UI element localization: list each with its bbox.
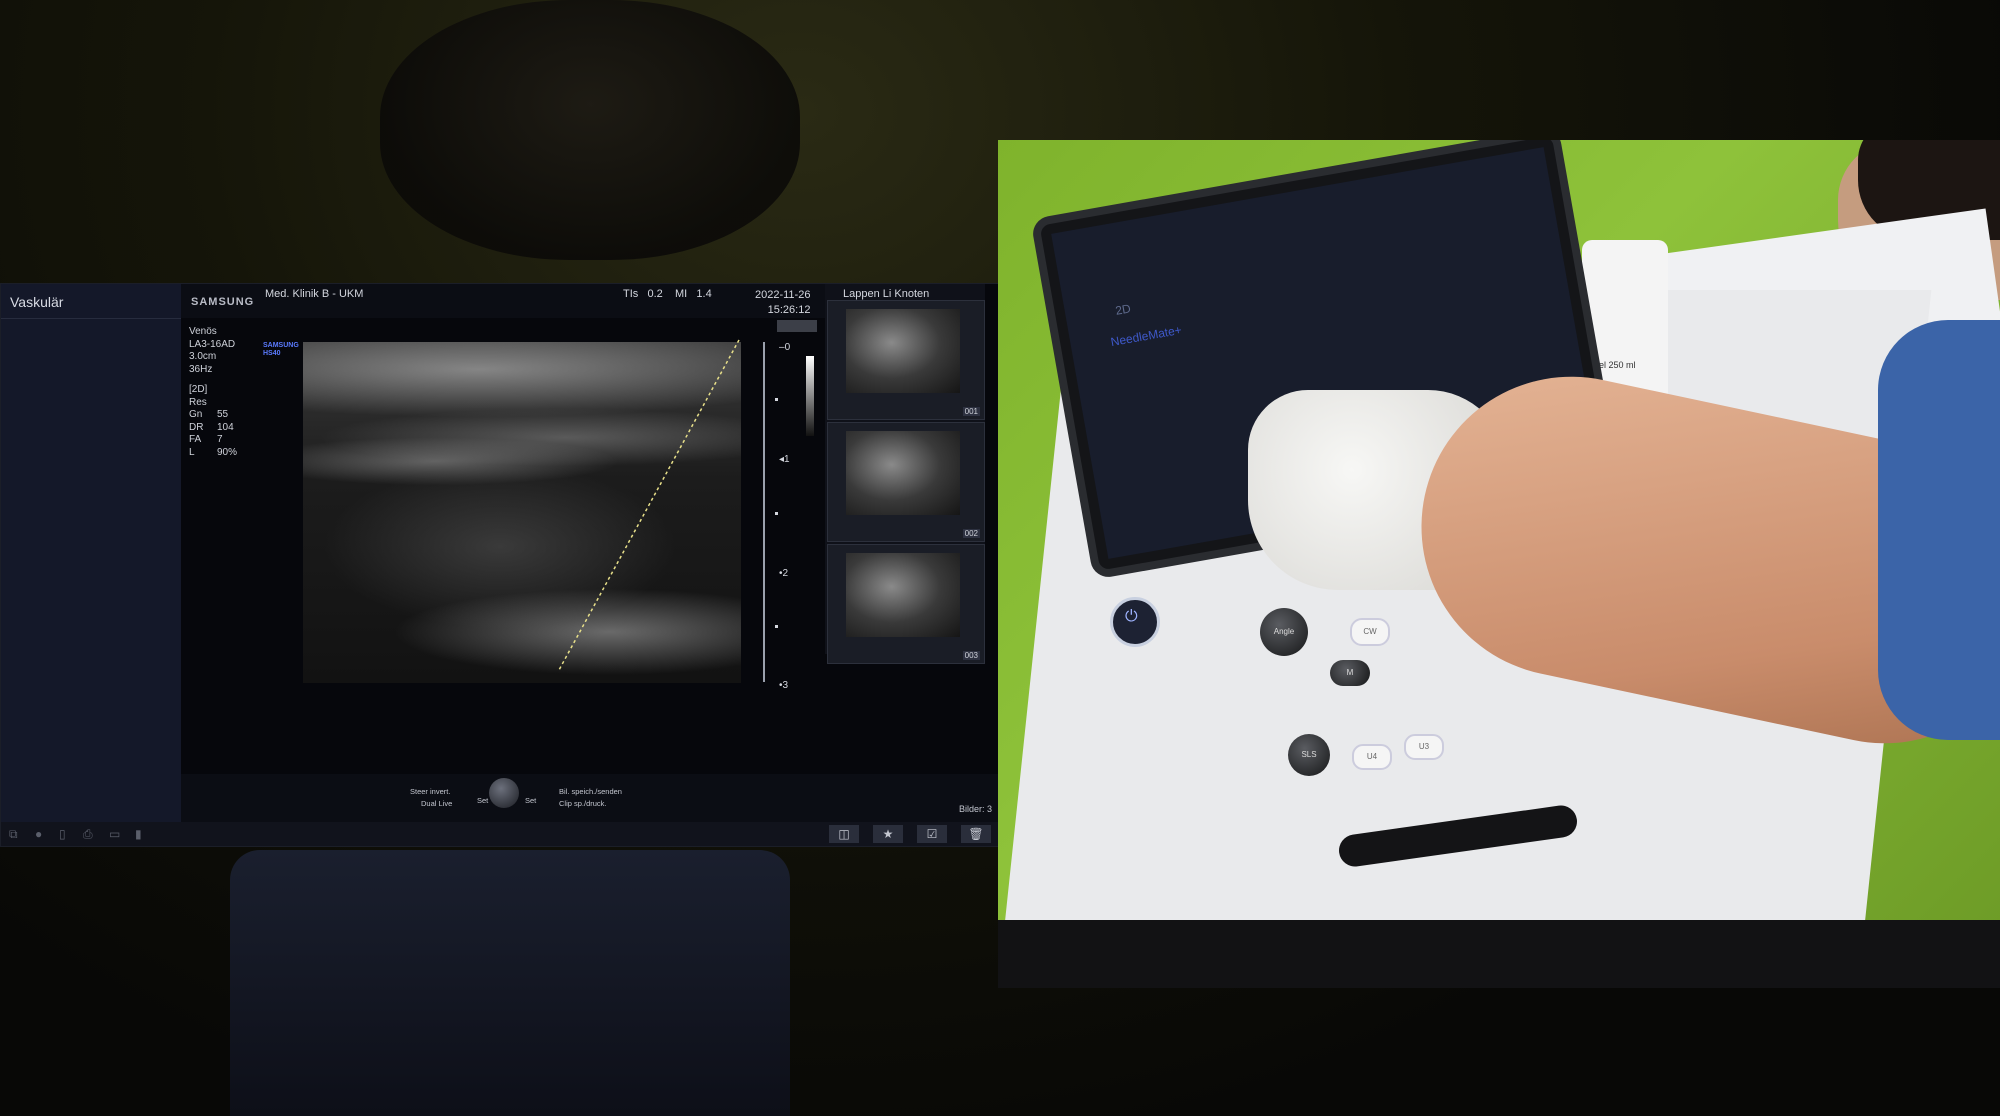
- tis-mi-readout: TIs 0.2 MI 1.4: [623, 288, 712, 300]
- background-torso: [230, 850, 790, 1116]
- image-tool-icons[interactable]: [777, 320, 817, 332]
- cw-button: CW: [1350, 618, 1390, 646]
- clip-print-label[interactable]: Clip sp./druck.: [559, 799, 607, 808]
- dual-view-icon[interactable]: ◫: [829, 825, 859, 843]
- thumbnail-image: [846, 553, 960, 637]
- background-person: [380, 0, 800, 260]
- grayscale-bar: [806, 356, 814, 436]
- thumbnail-item[interactable]: 003: [827, 544, 985, 664]
- depth-tick: [775, 398, 778, 401]
- sls-knob: SLS: [1288, 734, 1330, 776]
- depth-label-3: •3: [779, 680, 789, 691]
- depth-label-2: •2: [779, 568, 789, 579]
- system-logo: SAMSUNG HS40: [263, 342, 299, 357]
- export-icon[interactable]: ▮: [135, 827, 142, 841]
- touch-2d-label: 2D: [1114, 301, 1132, 318]
- ultrasound-screen: Vaskulär SAMSUNG Med. Klinik B - UKM TIs…: [0, 283, 1000, 847]
- trash-icon[interactable]: ▯: [59, 827, 66, 841]
- depth-label-0: –0: [779, 342, 791, 353]
- bottom-toolbar: ⧉ ● ▯ ⎙ ▭ ▮ ◫ ★ ☑ 🗑: [1, 822, 999, 846]
- record-icon[interactable]: ●: [35, 827, 42, 841]
- m-button: M: [1330, 660, 1370, 686]
- touch-needlemate-label: NeedleMate+: [1109, 322, 1183, 350]
- device-video-frame: gel 250 ml 2D NeedleMate+ ⏻ Angle CW M S…: [998, 140, 2000, 988]
- dual-live-label[interactable]: Dual Live: [421, 799, 452, 808]
- monitor-icon[interactable]: ▭: [109, 827, 120, 841]
- exam-datetime: 2022-11-26 15:26:12: [755, 289, 811, 316]
- trackball-icon[interactable]: [489, 778, 519, 808]
- facility-name: Med. Klinik B - UKM: [265, 288, 364, 300]
- power-button: ⏻: [1110, 597, 1160, 647]
- set-right-label[interactable]: Set: [525, 796, 536, 805]
- steer-invert-label[interactable]: Steer invert.: [410, 787, 450, 796]
- set-left-label[interactable]: Set: [477, 796, 488, 805]
- thumbnail-item[interactable]: 002: [827, 422, 985, 542]
- save-send-label[interactable]: Bil. speich./senden: [559, 787, 622, 796]
- thumbnail-title: Lappen Li Knoten: [843, 288, 930, 300]
- thumbnail-number: 001: [962, 407, 980, 416]
- sidebar-divider: [1, 318, 181, 319]
- brand-logo: SAMSUNG: [191, 296, 255, 308]
- star-icon[interactable]: ★: [873, 825, 903, 843]
- operator-sleeve: [1878, 320, 2000, 740]
- thumbnail-image: [846, 309, 960, 393]
- check-icon[interactable]: ☑: [917, 825, 947, 843]
- copy-icon[interactable]: ⧉: [9, 827, 18, 842]
- thumbnail-number: 003: [962, 651, 980, 660]
- gain-params: [2D] Res Gn 55 DR 104 FA 7 L 90%: [189, 384, 238, 458]
- thumbnail-image: [846, 431, 960, 515]
- image-count: Bilder: 3: [959, 804, 993, 814]
- angle-knob: Angle: [1260, 608, 1308, 656]
- u4-button: U4: [1352, 744, 1392, 770]
- needle-guide-line: [558, 339, 740, 671]
- power-icon: ⏻: [1125, 608, 1138, 625]
- depth-scale-line: [763, 342, 765, 682]
- ultrasound-sidebar: Vaskulär: [1, 284, 181, 846]
- delete-icon[interactable]: 🗑: [961, 825, 991, 843]
- probe-params: Venös LA3-16AD 3.0cm 36Hz: [189, 326, 236, 375]
- thumbnail-number: 002: [962, 529, 980, 538]
- u3-button: U3: [1404, 734, 1444, 760]
- console-base: [998, 920, 2000, 988]
- print-icon[interactable]: ⎙: [83, 827, 93, 842]
- depth-tick: [775, 512, 778, 515]
- depth-label-1: ◂1: [779, 454, 790, 465]
- depth-scale: –0 ◂1 •2 •3: [761, 342, 801, 691]
- thumbnail-item[interactable]: 001: [827, 300, 985, 420]
- depth-tick: [775, 625, 778, 628]
- exam-mode-label[interactable]: Vaskulär: [10, 294, 63, 310]
